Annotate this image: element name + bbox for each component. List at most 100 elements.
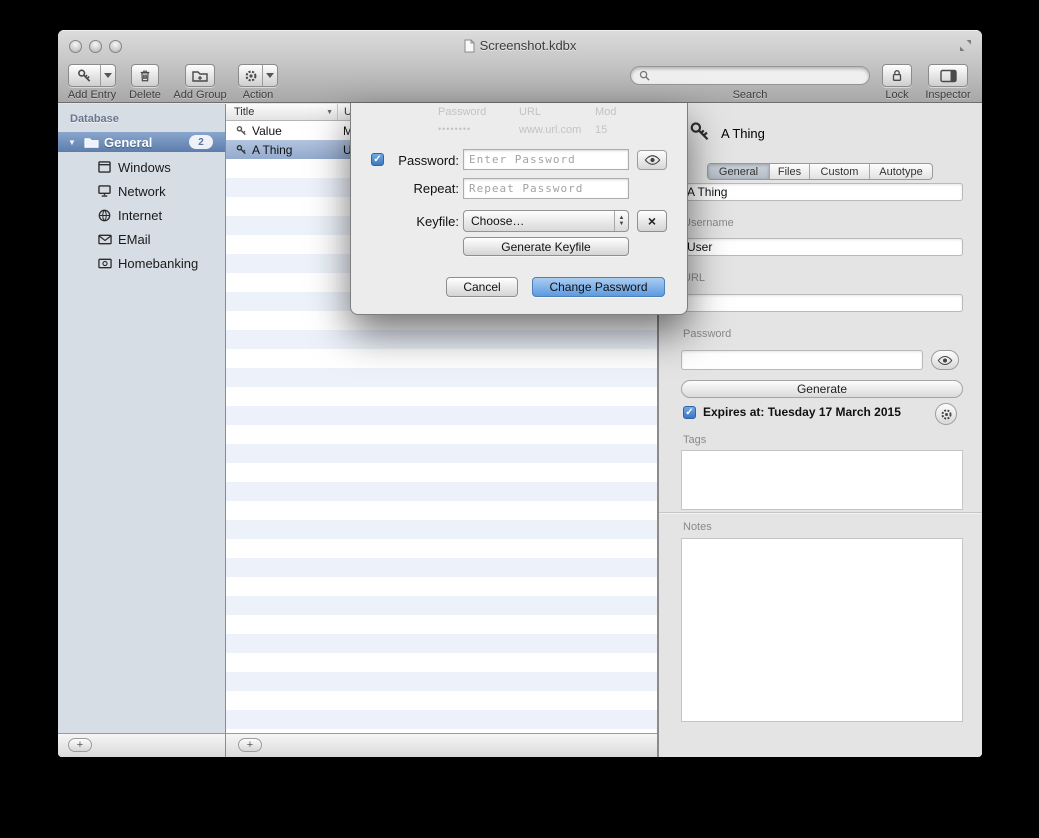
dialog-repeat-input[interactable] xyxy=(463,178,629,199)
sidebar-item-label: EMail xyxy=(118,232,151,247)
change-password-button[interactable]: Change Password xyxy=(532,277,665,297)
check-icon: ✓ xyxy=(685,407,693,418)
window-title: Screenshot.kdbx xyxy=(58,38,982,56)
generate-keyfile-button[interactable]: Generate Keyfile xyxy=(463,237,629,256)
app-window: Screenshot.kdbx Add Entry Delete xyxy=(58,30,982,757)
add-entry-button[interactable] xyxy=(68,64,116,87)
popup-stepper-icon: ▲ ▼ xyxy=(614,211,628,231)
show-password-button[interactable] xyxy=(931,350,959,370)
column-title-text: Title xyxy=(234,106,254,118)
entry-count-badge: 2 xyxy=(189,135,213,149)
chevron-down-icon[interactable] xyxy=(262,65,277,86)
stepper-down-icon: ▼ xyxy=(619,221,625,227)
lock-button[interactable] xyxy=(882,64,912,87)
inspector-panel-icon xyxy=(940,69,957,83)
document-icon xyxy=(464,39,475,53)
sidebar-bottom-bar: + xyxy=(58,733,225,757)
inspector-tabs: General Files Custom Autotype xyxy=(707,163,933,180)
entry-title-heading: A Thing xyxy=(721,126,765,141)
title-field[interactable] xyxy=(681,183,963,201)
password-field[interactable] xyxy=(681,350,923,370)
window-icon xyxy=(98,161,111,173)
add-entry-plus-button[interactable]: + xyxy=(238,738,262,752)
password-enable-checkbox[interactable]: ✓ xyxy=(371,153,384,166)
obscured-column-url: URL xyxy=(519,106,541,118)
keyfile-popup-value: Choose… xyxy=(464,214,614,228)
tags-label: Tags xyxy=(683,434,706,446)
expiry-gear-button[interactable] xyxy=(935,403,957,425)
key-icon xyxy=(236,125,247,136)
obscured-column-modified: Mod xyxy=(595,106,616,118)
sidebar-group-label: General xyxy=(104,135,152,150)
tab-general[interactable]: General xyxy=(708,164,770,179)
mail-icon xyxy=(98,234,112,245)
key-icon xyxy=(236,144,247,155)
row-title: A Thing xyxy=(252,143,292,157)
add-group-plus-button[interactable]: + xyxy=(68,738,92,752)
delete-button[interactable] xyxy=(131,64,159,87)
dialog-password-input[interactable] xyxy=(463,149,629,170)
password-label: Password xyxy=(683,328,731,340)
dialog-repeat-label: Repeat: xyxy=(387,181,459,196)
cancel-button[interactable]: Cancel xyxy=(446,277,518,297)
search-input[interactable] xyxy=(630,66,870,85)
inspector-button[interactable] xyxy=(928,64,968,87)
dialog-keyfile-label: Keyfile: xyxy=(387,214,459,229)
check-icon: ✓ xyxy=(373,154,381,165)
search-icon xyxy=(639,70,650,81)
chevron-down-icon[interactable] xyxy=(100,65,115,86)
sidebar-item-label: Windows xyxy=(118,160,171,175)
sidebar-section-header: Database xyxy=(70,113,119,125)
obscured-row-password: •••••••• xyxy=(438,124,471,134)
row-title: Value xyxy=(252,124,282,138)
notes-label: Notes xyxy=(683,521,712,533)
tab-files[interactable]: Files xyxy=(770,164,810,179)
expires-label: Expires at: Tuesday 17 March 2015 xyxy=(703,405,901,419)
sidebar-item-label: Internet xyxy=(118,208,162,223)
sidebar-item-windows[interactable]: Windows xyxy=(58,157,225,177)
change-password-dialog: Password URL Mod •••••••• www.url.com 15… xyxy=(350,103,688,315)
sidebar: Database ▼ General 2 Windows Network xyxy=(58,104,226,757)
action-label: Action xyxy=(229,89,287,101)
username-field[interactable] xyxy=(681,238,963,256)
tab-custom[interactable]: Custom xyxy=(810,164,870,179)
eye-icon xyxy=(937,355,953,366)
clear-keyfile-button[interactable]: × xyxy=(637,210,667,232)
sidebar-item-homebanking[interactable]: Homebanking xyxy=(58,253,225,273)
folder-plus-icon xyxy=(192,69,208,83)
expires-checkbox[interactable]: ✓ xyxy=(683,406,696,419)
notes-field[interactable] xyxy=(681,538,963,722)
add-group-label: Add Group xyxy=(165,89,235,101)
action-button[interactable] xyxy=(238,64,278,87)
dialog-show-password-button[interactable] xyxy=(637,150,667,170)
disclosure-triangle-icon[interactable]: ▼ xyxy=(68,138,76,147)
tags-field[interactable] xyxy=(681,450,963,510)
eye-icon xyxy=(644,154,661,166)
sidebar-item-network[interactable]: Network xyxy=(58,181,225,201)
search-field-input[interactable] xyxy=(655,69,861,83)
entry-key-icon xyxy=(689,120,711,142)
inspector-panel: A Thing General Files Custom Autotype Us… xyxy=(658,104,982,757)
add-group-button[interactable] xyxy=(185,64,215,87)
sidebar-item-label: Network xyxy=(118,184,166,199)
sidebar-item-internet[interactable]: Internet xyxy=(58,205,225,225)
sidebar-item-label: Homebanking xyxy=(118,256,198,271)
keyfile-popup[interactable]: Choose… ▲ ▼ xyxy=(463,210,629,232)
fullscreen-icon[interactable] xyxy=(959,39,972,52)
sidebar-item-email[interactable]: EMail xyxy=(58,229,225,249)
tab-autotype[interactable]: Autotype xyxy=(870,164,932,179)
folder-icon xyxy=(84,136,99,149)
desktop-background: Screenshot.kdbx Add Entry Delete xyxy=(0,0,1039,838)
search-label: Search xyxy=(710,89,790,101)
username-label: Username xyxy=(683,217,734,229)
lock-icon xyxy=(890,68,904,83)
dialog-password-label: Password: xyxy=(387,153,459,168)
column-header-title[interactable]: Title ▼ xyxy=(226,104,338,120)
generate-password-button[interactable]: Generate xyxy=(681,380,963,398)
sidebar-group-general[interactable]: ▼ General 2 xyxy=(58,132,225,152)
url-field[interactable] xyxy=(681,294,963,312)
list-bottom-bar: + xyxy=(226,733,657,757)
inspector-label: Inspector xyxy=(913,89,982,101)
window-header: Screenshot.kdbx Add Entry Delete xyxy=(58,30,982,103)
network-icon xyxy=(98,185,111,197)
